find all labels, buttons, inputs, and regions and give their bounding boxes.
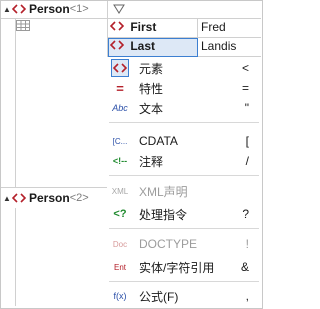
menu-item-label: 公式(F) [139,289,179,304]
column-header-triangle-icon[interactable] [113,3,125,14]
element-tag-icon [110,19,124,33]
element-name: Last [130,39,156,53]
menu-item-shortcut: ! [245,237,249,251]
menu-item-text[interactable]: Abc 文本 " [107,98,261,118]
menu-item-entity-reference[interactable]: Ent 实体/字符引用 & [107,257,261,277]
element-value[interactable]: Fred [201,19,226,36]
row-divider [1,18,107,19]
element-index: <1> [69,3,89,15]
menu-item-label: 实体/字符引用 [139,260,215,275]
entity-reference-icon: Ent [113,262,126,272]
element-index: <2> [69,192,89,204]
collapse-triangle-icon[interactable]: ▲ [2,5,12,14]
menu-separator [109,228,259,229]
insert-context-menu: 元素 < = 特性 = Abc 文本 " [C... CDATA [ <!-- … [107,57,261,307]
menu-item-label: DOCTYPE [139,237,198,251]
menu-item-shortcut: / [245,154,249,168]
menu-item-label: XML声明 [139,184,188,199]
menu-item-label: 注释 [139,154,164,169]
menu-item-label: 元素 [139,61,164,76]
attribute-icon: = [116,80,124,96]
menu-item-shortcut: ? [242,207,249,221]
comment-icon: <!-- [112,156,128,166]
doctype-icon: Doc [112,239,128,249]
row-divider [1,187,107,188]
element-value[interactable]: Landis [201,38,236,55]
element-tag-icon [12,191,26,205]
menu-item-shortcut: " [244,101,249,115]
element-name: First [130,20,157,34]
table-row[interactable]: First [110,19,196,36]
menu-item-comment[interactable]: <!-- 注释 / [107,151,261,171]
element-tag-icon [110,38,124,52]
cdata-icon: [C... [112,136,128,146]
menu-item-doctype[interactable]: Doc DOCTYPE ! [107,234,261,254]
element-name: Person [29,2,70,16]
xml-declaration-icon: XML [111,186,129,196]
menu-item-xml-declaration[interactable]: XML XML声明 [107,181,261,201]
menu-item-label: 处理指令 [139,207,188,222]
formula-icon: f(x) [113,291,127,301]
menu-separator [109,175,259,176]
menu-item-shortcut: & [240,260,249,274]
text-icon: Abc [112,103,128,113]
element-tag-icon [12,2,26,16]
table-row[interactable]: Last [110,38,196,55]
table-view-icon[interactable] [16,20,30,31]
menu-item-shortcut: < [241,61,249,75]
menu-item-shortcut: [ [245,134,249,148]
menu-separator [109,281,259,282]
element-name: Person [29,191,70,205]
tree-node-person-1[interactable]: ▲ Person <1> [2,1,89,17]
menu-item-label: 特性 [139,81,164,96]
menu-item-shortcut: , [245,289,249,303]
menu-separator [109,122,259,123]
menu-item-attribute[interactable]: = 特性 = [107,78,261,98]
collapse-triangle-icon[interactable]: ▲ [2,194,12,203]
indent-line [15,19,16,187]
menu-item-label: CDATA [139,134,178,148]
element-tag-icon [111,59,129,77]
menu-item-formula[interactable]: f(x) 公式(F) , [107,286,261,306]
menu-item-label: 文本 [139,101,164,116]
indent-line [15,208,16,306]
processing-instruction-icon: <? [113,208,127,220]
menu-item-processing-instruction[interactable]: <? 处理指令 ? [107,204,261,224]
menu-item-shortcut: = [241,81,249,95]
tree-node-person-2[interactable]: ▲ Person <2> [2,190,89,206]
menu-item-cdata[interactable]: [C... CDATA [ [107,131,261,151]
menu-item-element[interactable]: 元素 < [107,58,261,78]
